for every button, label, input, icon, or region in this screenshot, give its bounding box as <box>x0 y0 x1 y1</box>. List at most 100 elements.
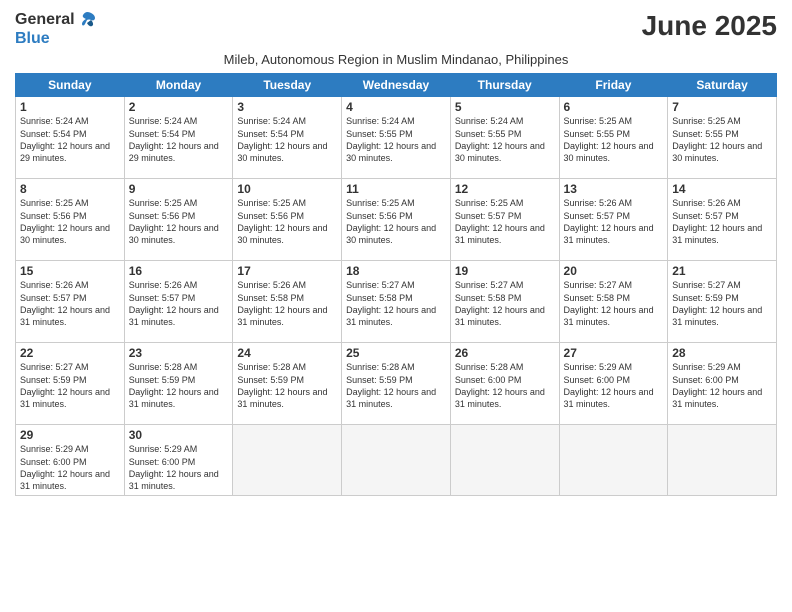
subtitle: Mileb, Autonomous Region in Muslim Minda… <box>15 52 777 67</box>
day-number: 11 <box>346 182 446 196</box>
calendar-cell: 7Sunrise: 5:25 AMSunset: 5:55 PMDaylight… <box>668 97 777 179</box>
day-number: 14 <box>672 182 772 196</box>
day-info: Sunrise: 5:25 AMSunset: 5:56 PMDaylight:… <box>129 197 229 246</box>
day-number: 21 <box>672 264 772 278</box>
day-info: Sunrise: 5:24 AMSunset: 5:54 PMDaylight:… <box>237 115 337 164</box>
calendar-cell: 21Sunrise: 5:27 AMSunset: 5:59 PMDayligh… <box>668 261 777 343</box>
day-header-saturday: Saturday <box>668 74 777 97</box>
day-number: 26 <box>455 346 555 360</box>
day-info: Sunrise: 5:25 AMSunset: 5:56 PMDaylight:… <box>346 197 446 246</box>
day-number: 1 <box>20 100 120 114</box>
calendar-cell <box>233 425 342 496</box>
calendar-cell: 19Sunrise: 5:27 AMSunset: 5:58 PMDayligh… <box>450 261 559 343</box>
calendar-cell: 26Sunrise: 5:28 AMSunset: 6:00 PMDayligh… <box>450 343 559 425</box>
day-info: Sunrise: 5:28 AMSunset: 5:59 PMDaylight:… <box>237 361 337 410</box>
calendar-cell <box>559 425 668 496</box>
day-number: 7 <box>672 100 772 114</box>
calendar-header-row: SundayMondayTuesdayWednesdayThursdayFrid… <box>16 74 777 97</box>
day-info: Sunrise: 5:29 AMSunset: 6:00 PMDaylight:… <box>129 443 229 492</box>
calendar-week-5: 29Sunrise: 5:29 AMSunset: 6:00 PMDayligh… <box>16 425 777 496</box>
day-number: 4 <box>346 100 446 114</box>
day-info: Sunrise: 5:29 AMSunset: 6:00 PMDaylight:… <box>20 443 120 492</box>
calendar-cell: 25Sunrise: 5:28 AMSunset: 5:59 PMDayligh… <box>342 343 451 425</box>
day-number: 16 <box>129 264 229 278</box>
calendar-cell: 10Sunrise: 5:25 AMSunset: 5:56 PMDayligh… <box>233 179 342 261</box>
calendar-cell: 27Sunrise: 5:29 AMSunset: 6:00 PMDayligh… <box>559 343 668 425</box>
day-number: 12 <box>455 182 555 196</box>
day-number: 6 <box>564 100 664 114</box>
day-info: Sunrise: 5:27 AMSunset: 5:58 PMDaylight:… <box>455 279 555 328</box>
calendar-cell <box>668 425 777 496</box>
day-number: 22 <box>20 346 120 360</box>
calendar-cell: 16Sunrise: 5:26 AMSunset: 5:57 PMDayligh… <box>124 261 233 343</box>
calendar-week-2: 8Sunrise: 5:25 AMSunset: 5:56 PMDaylight… <box>16 179 777 261</box>
calendar-cell: 3Sunrise: 5:24 AMSunset: 5:54 PMDaylight… <box>233 97 342 179</box>
day-number: 20 <box>564 264 664 278</box>
calendar-cell <box>450 425 559 496</box>
calendar-cell: 11Sunrise: 5:25 AMSunset: 5:56 PMDayligh… <box>342 179 451 261</box>
day-info: Sunrise: 5:26 AMSunset: 5:57 PMDaylight:… <box>129 279 229 328</box>
calendar-cell: 24Sunrise: 5:28 AMSunset: 5:59 PMDayligh… <box>233 343 342 425</box>
logo-bird-icon <box>77 10 97 30</box>
calendar-cell: 17Sunrise: 5:26 AMSunset: 5:58 PMDayligh… <box>233 261 342 343</box>
day-info: Sunrise: 5:25 AMSunset: 5:55 PMDaylight:… <box>672 115 772 164</box>
day-number: 3 <box>237 100 337 114</box>
day-number: 24 <box>237 346 337 360</box>
logo: General Blue <box>15 10 75 48</box>
calendar-cell: 12Sunrise: 5:25 AMSunset: 5:57 PMDayligh… <box>450 179 559 261</box>
calendar-cell: 5Sunrise: 5:24 AMSunset: 5:55 PMDaylight… <box>450 97 559 179</box>
calendar-cell <box>342 425 451 496</box>
day-info: Sunrise: 5:29 AMSunset: 6:00 PMDaylight:… <box>672 361 772 410</box>
day-info: Sunrise: 5:27 AMSunset: 5:58 PMDaylight:… <box>346 279 446 328</box>
calendar-cell: 28Sunrise: 5:29 AMSunset: 6:00 PMDayligh… <box>668 343 777 425</box>
day-number: 19 <box>455 264 555 278</box>
day-info: Sunrise: 5:24 AMSunset: 5:54 PMDaylight:… <box>20 115 120 164</box>
day-number: 5 <box>455 100 555 114</box>
day-info: Sunrise: 5:25 AMSunset: 5:56 PMDaylight:… <box>20 197 120 246</box>
day-info: Sunrise: 5:27 AMSunset: 5:59 PMDaylight:… <box>672 279 772 328</box>
day-number: 9 <box>129 182 229 196</box>
day-header-tuesday: Tuesday <box>233 74 342 97</box>
day-info: Sunrise: 5:26 AMSunset: 5:57 PMDaylight:… <box>564 197 664 246</box>
day-info: Sunrise: 5:24 AMSunset: 5:55 PMDaylight:… <box>346 115 446 164</box>
day-info: Sunrise: 5:26 AMSunset: 5:57 PMDaylight:… <box>672 197 772 246</box>
calendar-cell: 20Sunrise: 5:27 AMSunset: 5:58 PMDayligh… <box>559 261 668 343</box>
calendar-cell: 30Sunrise: 5:29 AMSunset: 6:00 PMDayligh… <box>124 425 233 496</box>
day-info: Sunrise: 5:28 AMSunset: 5:59 PMDaylight:… <box>346 361 446 410</box>
day-header-sunday: Sunday <box>16 74 125 97</box>
day-number: 10 <box>237 182 337 196</box>
day-info: Sunrise: 5:28 AMSunset: 6:00 PMDaylight:… <box>455 361 555 410</box>
day-number: 13 <box>564 182 664 196</box>
calendar-week-1: 1Sunrise: 5:24 AMSunset: 5:54 PMDaylight… <box>16 97 777 179</box>
logo-general: General <box>15 10 75 30</box>
calendar-cell: 22Sunrise: 5:27 AMSunset: 5:59 PMDayligh… <box>16 343 125 425</box>
day-info: Sunrise: 5:28 AMSunset: 5:59 PMDaylight:… <box>129 361 229 410</box>
day-number: 29 <box>20 428 120 442</box>
day-info: Sunrise: 5:26 AMSunset: 5:57 PMDaylight:… <box>20 279 120 328</box>
calendar-cell: 9Sunrise: 5:25 AMSunset: 5:56 PMDaylight… <box>124 179 233 261</box>
day-info: Sunrise: 5:29 AMSunset: 6:00 PMDaylight:… <box>564 361 664 410</box>
calendar-cell: 23Sunrise: 5:28 AMSunset: 5:59 PMDayligh… <box>124 343 233 425</box>
month-title: June 2025 <box>642 10 777 42</box>
calendar-page: General Blue June 2025 Mileb, Autonomous… <box>0 0 792 612</box>
day-number: 27 <box>564 346 664 360</box>
day-number: 23 <box>129 346 229 360</box>
calendar-cell: 4Sunrise: 5:24 AMSunset: 5:55 PMDaylight… <box>342 97 451 179</box>
day-info: Sunrise: 5:27 AMSunset: 5:58 PMDaylight:… <box>564 279 664 328</box>
calendar-week-3: 15Sunrise: 5:26 AMSunset: 5:57 PMDayligh… <box>16 261 777 343</box>
day-number: 15 <box>20 264 120 278</box>
day-number: 8 <box>20 182 120 196</box>
calendar-table: SundayMondayTuesdayWednesdayThursdayFrid… <box>15 73 777 496</box>
day-info: Sunrise: 5:25 AMSunset: 5:57 PMDaylight:… <box>455 197 555 246</box>
day-number: 30 <box>129 428 229 442</box>
day-info: Sunrise: 5:24 AMSunset: 5:54 PMDaylight:… <box>129 115 229 164</box>
calendar-cell: 29Sunrise: 5:29 AMSunset: 6:00 PMDayligh… <box>16 425 125 496</box>
calendar-cell: 13Sunrise: 5:26 AMSunset: 5:57 PMDayligh… <box>559 179 668 261</box>
calendar-cell: 14Sunrise: 5:26 AMSunset: 5:57 PMDayligh… <box>668 179 777 261</box>
calendar-week-4: 22Sunrise: 5:27 AMSunset: 5:59 PMDayligh… <box>16 343 777 425</box>
day-info: Sunrise: 5:27 AMSunset: 5:59 PMDaylight:… <box>20 361 120 410</box>
day-number: 17 <box>237 264 337 278</box>
day-header-friday: Friday <box>559 74 668 97</box>
day-info: Sunrise: 5:26 AMSunset: 5:58 PMDaylight:… <box>237 279 337 328</box>
day-header-monday: Monday <box>124 74 233 97</box>
